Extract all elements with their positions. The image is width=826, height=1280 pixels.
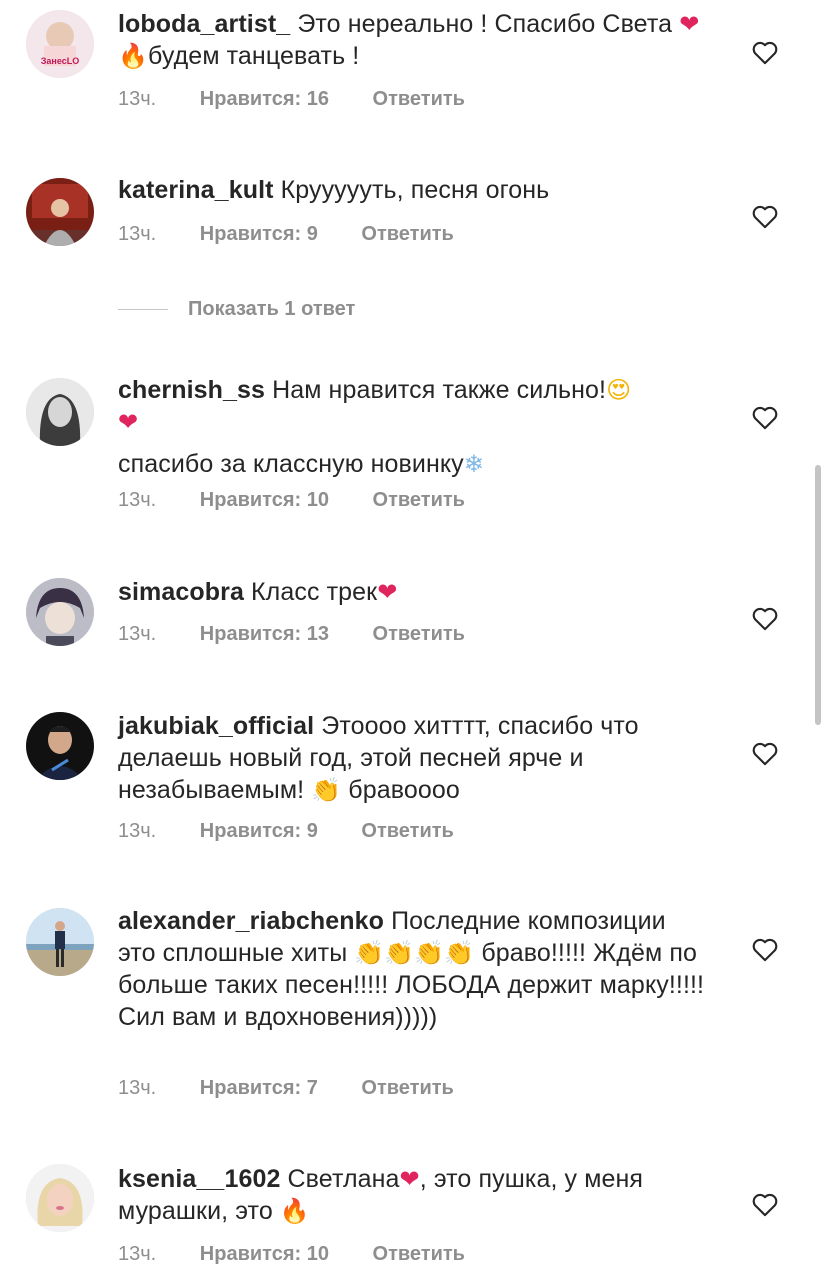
comment-meta: 13ч. Нравится: 10 Ответить: [118, 1243, 465, 1266]
comment-time: 13ч.: [118, 88, 157, 110]
comment-meta: 13ч. Нравится: 10 Ответить: [118, 489, 465, 512]
avatar-image: [26, 378, 94, 446]
reply-button[interactable]: Ответить: [373, 489, 465, 512]
comment-username[interactable]: ksenia__1602: [118, 1165, 280, 1193]
comment-body: Нам нравится также сильно!: [272, 376, 607, 404]
avatar-image: [26, 1164, 94, 1232]
comment-time: 13ч.: [118, 1243, 157, 1265]
avatar-image: [26, 712, 94, 780]
comment-time: 13ч.: [118, 623, 157, 645]
comment-text: ksenia__1602 Светлана❤, это пушка, у мен…: [118, 1163, 708, 1227]
heart-emoji: ❤: [399, 1165, 420, 1193]
comment-text: chernish_ss Нам нравится также сильно!😍 …: [118, 374, 708, 438]
fire-emoji: 🔥: [279, 1197, 310, 1225]
scrollbar[interactable]: [815, 465, 821, 725]
comment-body: Круууууть, песня огонь: [280, 176, 550, 204]
comment-text-second-line: спасибо за классную новинку❄: [118, 448, 708, 480]
comment-meta: 13ч. Нравится: 16 Ответить: [118, 88, 465, 111]
comment-body: Светлана: [287, 1165, 400, 1193]
comment-time: 13ч.: [118, 223, 157, 245]
avatar[interactable]: [26, 712, 94, 780]
comment-text: simacobra Класс трек❤: [118, 576, 708, 608]
comment-likes[interactable]: Нравится: 9: [200, 820, 318, 843]
comment-body: Класс трек: [251, 578, 378, 606]
heart-outline-icon[interactable]: [751, 605, 779, 631]
fire-emoji: 🔥: [118, 42, 148, 70]
clapping-emoji: 👏: [311, 776, 342, 804]
comment-meta: 13ч. Нравится: 9 Ответить: [118, 820, 454, 843]
snowflake-emoji: ❄: [463, 450, 484, 478]
heart-emoji: ❤: [679, 10, 700, 38]
comment-username[interactable]: jakubiak_official: [118, 712, 314, 740]
comment-body-continued: бравоооо: [341, 776, 460, 804]
comment-body: Это нереально ! Спасибо Света: [297, 10, 680, 38]
avatar-image: [26, 178, 94, 246]
comment-text: jakubiak_official Этоооо хитттт, спасибо…: [118, 710, 708, 806]
comment-likes[interactable]: Нравится: 7: [200, 1077, 318, 1100]
comment-meta: 13ч. Нравится: 9 Ответить: [118, 223, 454, 246]
comment-username[interactable]: simacobra: [118, 578, 244, 606]
avatar-image: [26, 578, 94, 646]
view-replies-button[interactable]: Показать 1 ответ: [118, 298, 355, 321]
avatar-image: [26, 908, 94, 976]
avatar[interactable]: [26, 178, 94, 246]
comment-text: alexander_riabchenko Последние композици…: [118, 905, 708, 1033]
comment-body-continued: будем танцевать !: [147, 42, 360, 70]
heart-emoji: ❤: [377, 578, 398, 606]
comment-meta: 13ч. Нравится: 13 Ответить: [118, 623, 465, 646]
avatar-image: ЗанесLO: [26, 10, 94, 78]
comment-likes[interactable]: Нравится: 10: [200, 489, 329, 512]
comment-time: 13ч.: [118, 820, 157, 842]
heart-outline-icon[interactable]: [751, 203, 779, 229]
comment-username[interactable]: alexander_riabchenko: [118, 907, 384, 935]
comment-time: 13ч.: [118, 1077, 157, 1099]
comment-username[interactable]: katerina_kult: [118, 176, 274, 204]
comment-text: katerina_kult Круууууть, песня огонь: [118, 174, 708, 206]
comment-likes[interactable]: Нравится: 13: [200, 623, 329, 646]
heart-outline-icon[interactable]: [751, 39, 779, 65]
reply-button[interactable]: Ответить: [361, 223, 453, 246]
heart-outline-icon[interactable]: [751, 1191, 779, 1217]
reply-button[interactable]: Ответить: [361, 820, 453, 843]
view-replies-label[interactable]: Показать 1 ответ: [188, 298, 355, 320]
avatar[interactable]: [26, 908, 94, 976]
avatar[interactable]: [26, 578, 94, 646]
comment-likes[interactable]: Нравится: 16: [200, 88, 329, 111]
comment-time: 13ч.: [118, 489, 157, 511]
avatar-logo-text: ЗанесLO: [41, 56, 79, 66]
heart-eyes-emoji: 😍: [606, 376, 632, 404]
avatar[interactable]: [26, 378, 94, 446]
comment-likes[interactable]: Нравится: 10: [200, 1243, 329, 1266]
reply-button[interactable]: Ответить: [373, 88, 465, 111]
heart-outline-icon[interactable]: [751, 936, 779, 962]
heart-outline-icon[interactable]: [751, 404, 779, 430]
reply-button[interactable]: Ответить: [373, 1243, 465, 1266]
comment-username[interactable]: chernish_ss: [118, 376, 265, 404]
reply-button[interactable]: Ответить: [373, 623, 465, 646]
heart-emoji: ❤: [118, 408, 139, 436]
heart-outline-icon[interactable]: [751, 740, 779, 766]
comment-text: loboda_artist_ Это нереально ! Спасибо С…: [118, 8, 708, 72]
replies-divider: [118, 309, 168, 311]
avatar[interactable]: ЗанесLO: [26, 10, 94, 78]
comment-likes[interactable]: Нравится: 9: [200, 223, 318, 246]
comment-body-continued: спасибо за классную новинку: [118, 450, 464, 478]
avatar[interactable]: [26, 1164, 94, 1232]
comment-meta: 13ч. Нравится: 7 Ответить: [118, 1077, 454, 1100]
clapping-emoji: 👏👏👏👏: [354, 939, 475, 967]
reply-button[interactable]: Ответить: [361, 1077, 453, 1100]
comment-username[interactable]: loboda_artist_: [118, 10, 290, 38]
